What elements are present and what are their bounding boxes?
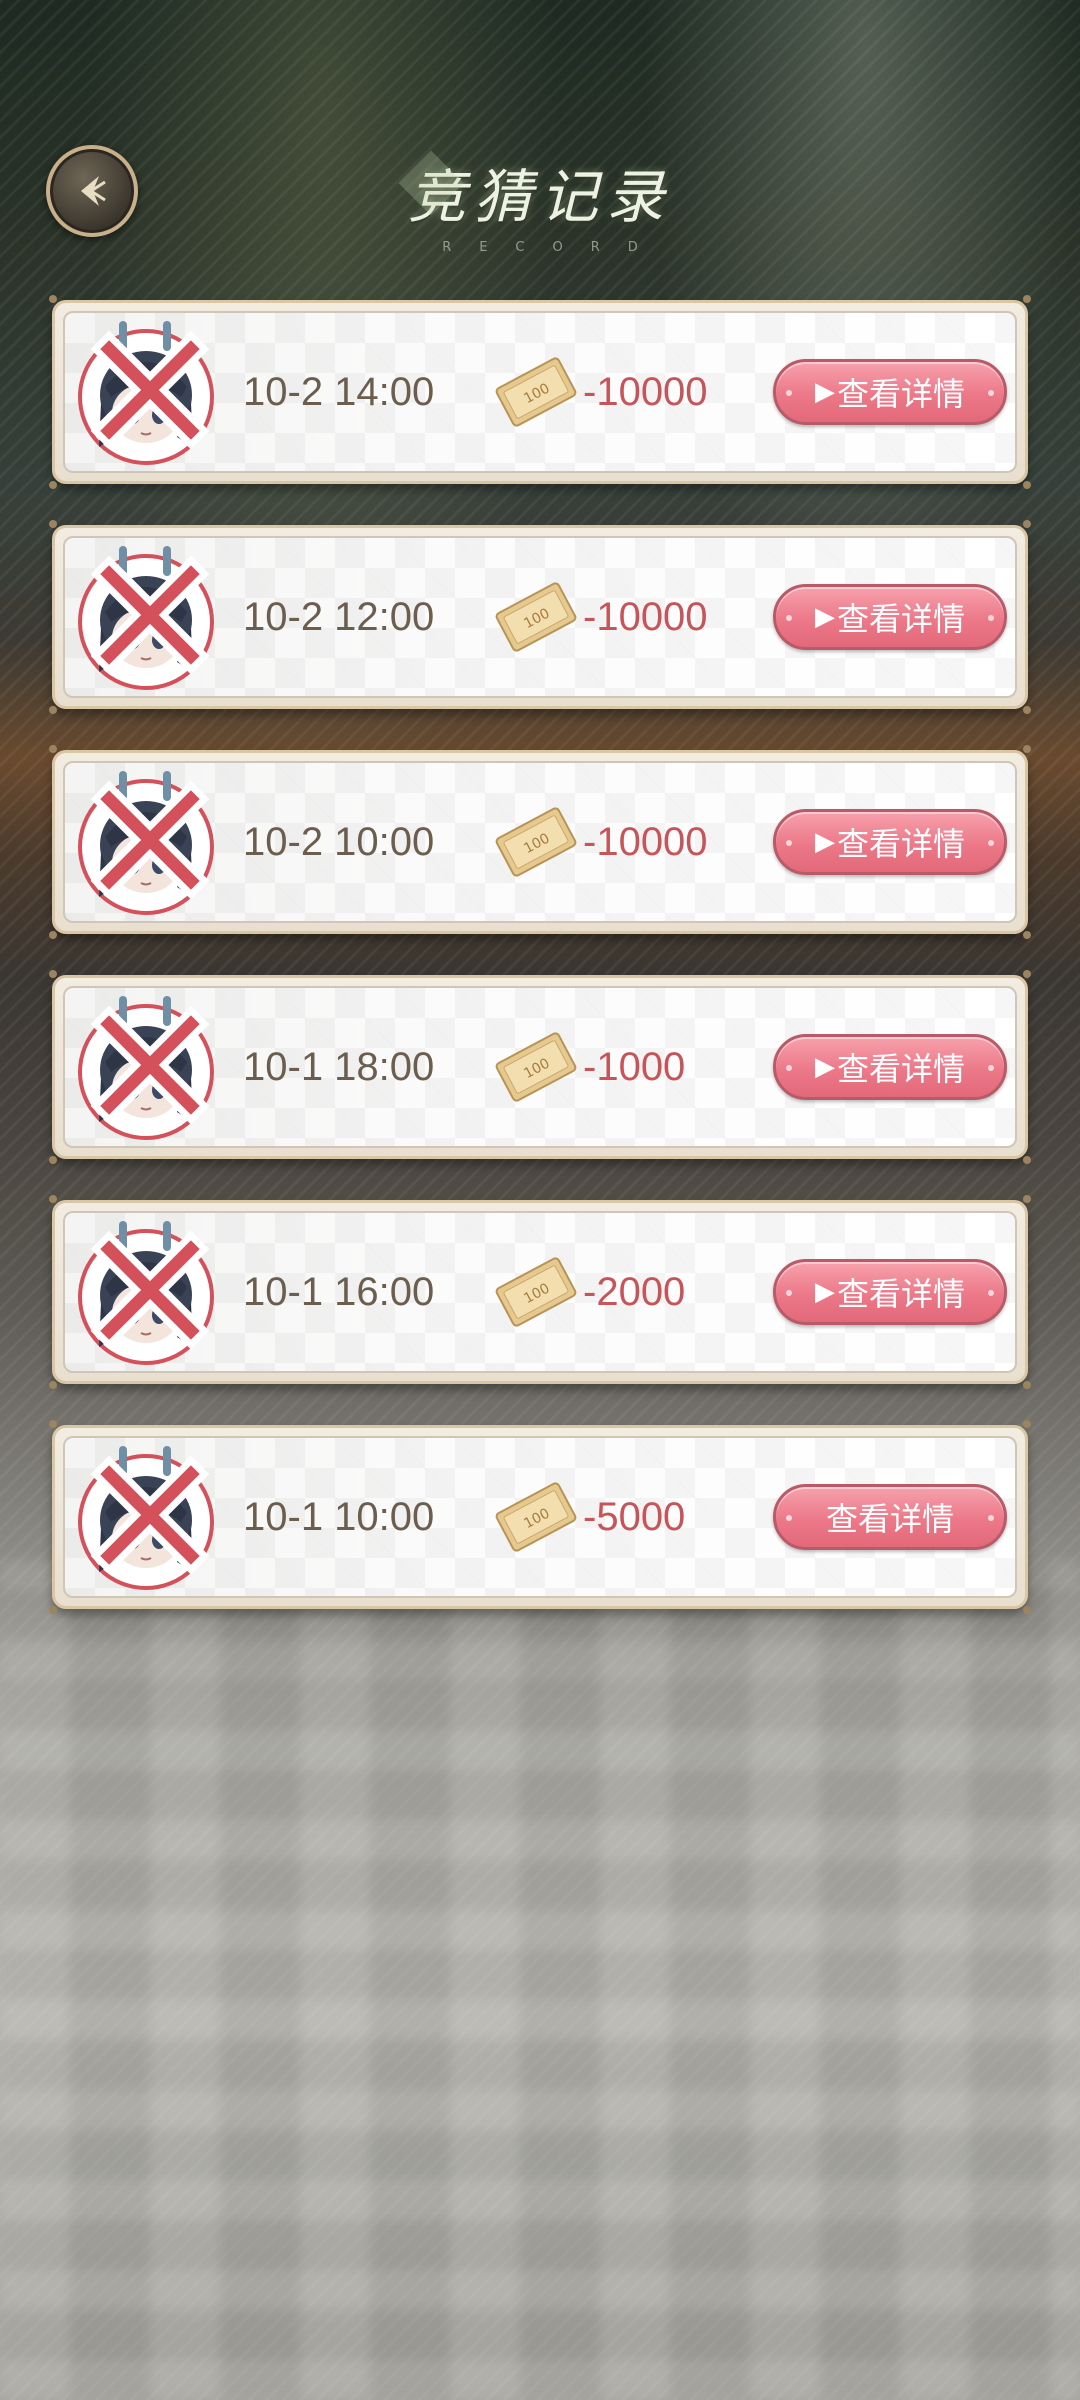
view-details-label: 查看详情 [836,375,965,413]
view-details-button[interactable]: ▶ 查看详情 [773,1259,1007,1325]
corner-rivet [49,295,57,303]
button-dot-decoration [988,1515,994,1521]
lose-cross-icon [90,1005,210,1125]
corner-rivet [49,520,57,528]
button-dot-decoration [988,1065,994,1071]
page-title: 竞猜记录 [407,163,672,231]
view-details-label: 查看详情 [825,1500,954,1538]
ticket-icon: 100 [495,1482,577,1552]
view-details-button[interactable]: ▶ 查看详情 [773,809,1007,875]
record-card-body: 10-1 16:00 100 -2000 ▶ 查看详情 [63,1211,1017,1373]
corner-rivet [1023,706,1031,714]
record-card-5: 10-1 16:00 100 -2000 ▶ 查看详情 [49,1195,1031,1389]
lose-cross-icon [90,1455,210,1575]
ticket-icon: 100 [495,1257,577,1327]
corner-rivet [1023,1420,1031,1428]
record-time: 10-2 10:00 [243,819,435,864]
view-details-button[interactable]: 查看详情 [773,1484,1007,1550]
view-details-label: 查看详情 [836,1050,965,1088]
button-dot-decoration [786,1065,792,1071]
ticket-icon: 100 [495,357,577,427]
play-triangle-icon: ▶ [814,827,835,857]
record-card-1: 10-2 14:00 100 -10000 ▶ 查看详情 [49,295,1031,489]
record-amount: -10000 [583,819,708,864]
view-details-label: 查看详情 [836,600,965,638]
record-card-body: 10-1 10:00 100 -5000 查看详情 [63,1436,1017,1598]
record-amount: -1000 [583,1044,686,1089]
corner-rivet [49,931,57,939]
lose-cross-icon [90,1230,210,1350]
ticket-icon: 100 [495,1032,577,1102]
record-card-body: 10-1 18:00 100 -1000 ▶ 查看详情 [63,986,1017,1148]
record-card-3: 10-2 10:00 100 -10000 ▶ 查看详情 [49,745,1031,939]
corner-rivet [1023,1195,1031,1203]
page-header: 竞猜记录 RECORD [0,150,1080,255]
corner-rivet [1023,520,1031,528]
button-dot-decoration [786,840,792,846]
corner-rivet [49,1195,57,1203]
corner-rivet [1023,1381,1031,1389]
corner-rivet [49,745,57,753]
view-details-label: 查看详情 [836,825,965,863]
avatar [71,317,221,467]
record-time: 10-1 18:00 [243,1044,435,1089]
play-triangle-icon: ▶ [814,1277,835,1307]
corner-rivet [49,970,57,978]
record-time: 10-2 14:00 [243,369,435,414]
corner-rivet [49,706,57,714]
corner-rivet [49,1156,57,1164]
record-card-4: 10-1 18:00 100 -1000 ▶ 查看详情 [49,970,1031,1164]
view-details-button[interactable]: ▶ 查看详情 [773,1034,1007,1100]
record-time: 10-2 12:00 [243,594,435,639]
record-amount: -10000 [583,594,708,639]
corner-rivet [1023,1606,1031,1614]
page-subtitle: RECORD [442,240,666,255]
record-time: 10-1 10:00 [243,1494,435,1539]
lose-cross-icon [90,330,210,450]
record-card-body: 10-2 10:00 100 -10000 ▶ 查看详情 [63,761,1017,923]
ticket-icon: 100 [495,807,577,877]
button-dot-decoration [988,615,994,621]
view-details-button[interactable]: ▶ 查看详情 [773,359,1007,425]
button-dot-decoration [988,390,994,396]
lose-cross-icon [90,780,210,900]
record-card-6: 10-1 10:00 100 -5000 查看详情 [49,1420,1031,1614]
corner-rivet [49,1381,57,1389]
record-amount: -5000 [583,1494,686,1539]
corner-rivet [1023,931,1031,939]
corner-rivet [1023,295,1031,303]
avatar [71,1442,221,1592]
lose-cross-icon [90,555,210,675]
record-time: 10-1 16:00 [243,1269,435,1314]
corner-rivet [1023,1156,1031,1164]
view-details-button[interactable]: ▶ 查看详情 [773,584,1007,650]
button-dot-decoration [786,1515,792,1521]
button-dot-decoration [786,615,792,621]
record-list: 10-2 14:00 100 -10000 ▶ 查看详情 10-2 12:00 … [49,295,1031,1650]
corner-rivet [1023,481,1031,489]
corner-rivet [49,1606,57,1614]
corner-rivet [1023,970,1031,978]
button-dot-decoration [988,840,994,846]
avatar [71,992,221,1142]
view-details-label: 查看详情 [836,1275,965,1313]
play-triangle-icon: ▶ [814,602,835,632]
avatar [71,1217,221,1367]
play-triangle-icon: ▶ [814,377,835,407]
avatar [71,542,221,692]
corner-rivet [1023,745,1031,753]
avatar [71,767,221,917]
button-dot-decoration [786,1290,792,1296]
button-dot-decoration [786,390,792,396]
record-amount: -10000 [583,369,708,414]
record-card-body: 10-2 14:00 100 -10000 ▶ 查看详情 [63,311,1017,473]
record-card-2: 10-2 12:00 100 -10000 ▶ 查看详情 [49,520,1031,714]
corner-rivet [49,1420,57,1428]
corner-rivet [49,481,57,489]
button-dot-decoration [988,1290,994,1296]
record-amount: -2000 [583,1269,686,1314]
play-triangle-icon: ▶ [814,1052,835,1082]
record-card-body: 10-2 12:00 100 -10000 ▶ 查看详情 [63,536,1017,698]
ticket-icon: 100 [495,582,577,652]
